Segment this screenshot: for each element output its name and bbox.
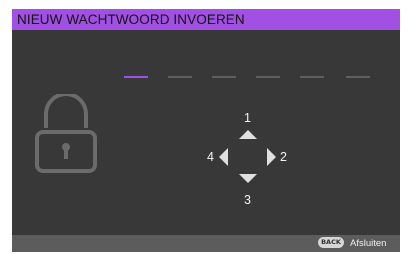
password-dialog: NIEUW WACHTWOORD INVOEREN 1 2 3 4 BACK A… xyxy=(12,9,400,252)
title-bar: NIEUW WACHTWOORD INVOEREN xyxy=(12,9,400,30)
dialog-title: NIEUW WACHTWOORD INVOEREN xyxy=(17,12,245,27)
exit-label: Afsluiten xyxy=(350,238,387,249)
nav-right-label: 2 xyxy=(280,150,287,164)
nav-left-label: 4 xyxy=(207,150,214,164)
nav-up-label: 1 xyxy=(244,111,251,125)
password-slot-5 xyxy=(300,76,324,78)
password-slot-2 xyxy=(168,76,192,78)
back-button[interactable]: BACK xyxy=(318,237,344,248)
triangle-down-icon xyxy=(239,174,257,183)
password-slot-1 xyxy=(124,76,148,78)
triangle-up-icon xyxy=(239,130,257,139)
triangle-right-icon xyxy=(267,148,276,166)
nav-down-label: 3 xyxy=(244,193,251,207)
password-slot-3 xyxy=(212,76,236,78)
password-slot-6 xyxy=(346,76,370,78)
password-slot-4 xyxy=(256,76,280,78)
footer-bar: BACK Afsluiten xyxy=(12,235,400,252)
triangle-left-icon xyxy=(219,148,228,166)
padlock-icon xyxy=(35,94,97,173)
